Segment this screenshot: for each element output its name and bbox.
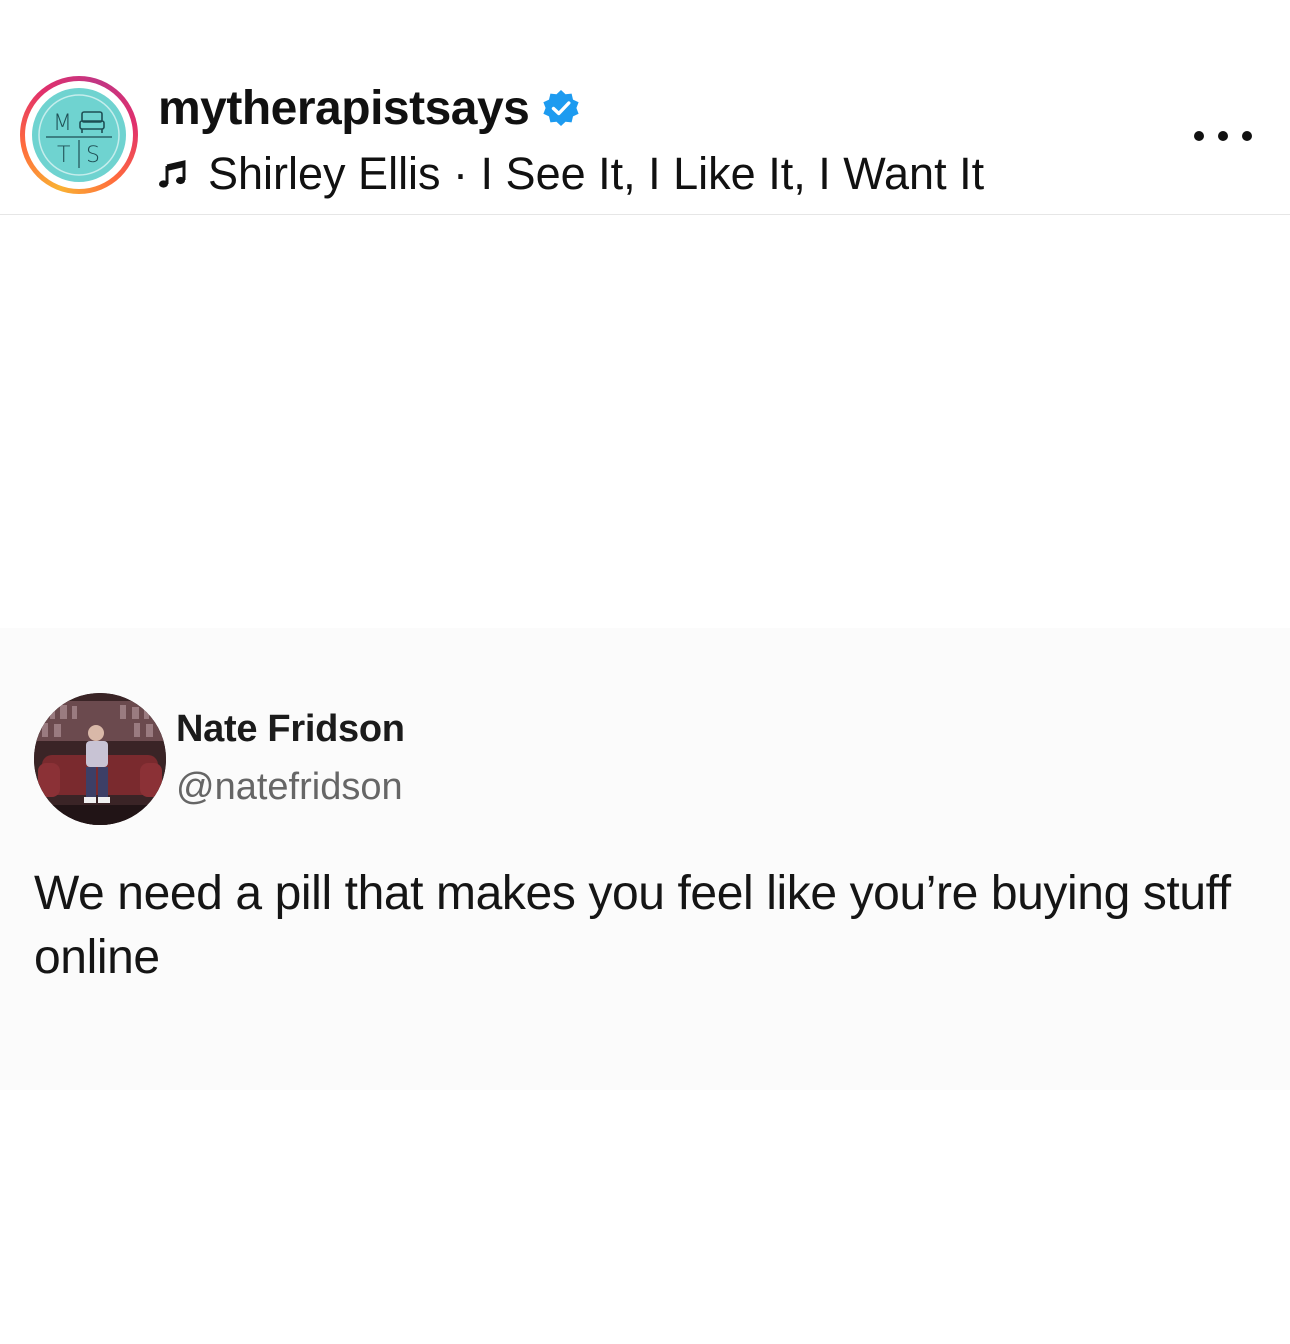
music-note-icon (159, 160, 186, 188)
audio-attribution[interactable]: Shirley Ellis · I See It, I Like It, I W… (158, 146, 984, 202)
verified-badge-icon (543, 90, 579, 126)
tweet-author-avatar (34, 693, 166, 825)
mts-logo-icon: M T S (38, 94, 120, 176)
tweet-body-text: We need a pill that makes you feel like … (34, 867, 1231, 984)
more-options-icon (1194, 131, 1204, 141)
more-options-button[interactable] (1194, 116, 1252, 156)
username-row: mytherapistsays (158, 80, 581, 136)
tweet-screenshot: Nate Fridson @natefridson We need a pill… (0, 628, 1290, 1090)
profile-avatar[interactable]: M T S (20, 76, 138, 194)
avatar-logo: M T S (30, 86, 128, 184)
avatar-letter-t: T (57, 143, 70, 168)
tweet-author-name: Nate Fridson (176, 708, 405, 750)
tweet-author-handle: @natefridson (176, 766, 403, 808)
post-header: M T S mytherapistsays Shirley Ellis · I … (0, 0, 1290, 215)
avatar-letter-m: M (53, 111, 72, 136)
person-on-couch-photo-icon (34, 693, 166, 825)
avatar-letter-s: S (86, 143, 100, 168)
armchair-icon (79, 111, 105, 133)
username-link[interactable]: mytherapistsays (158, 81, 530, 136)
audio-track-label: Shirley Ellis · I See It, I Like It, I W… (208, 148, 985, 199)
post-image[interactable]: Nate Fridson @natefridson We need a pill… (0, 215, 1290, 1344)
